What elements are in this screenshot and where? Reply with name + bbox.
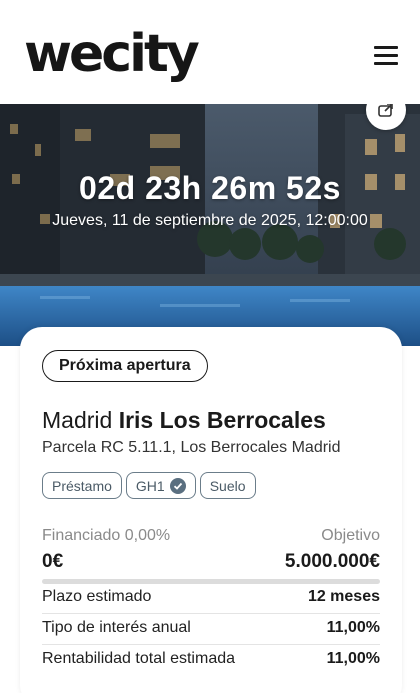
- project-name: Iris Los Berrocales: [118, 407, 326, 433]
- financed-value: 0€: [42, 551, 64, 572]
- project-subtitle: Parcela RC 5.11.1, Los Berrocales Madrid: [42, 439, 341, 456]
- stat-label: Tipo de interés anual: [42, 619, 191, 636]
- objective-label: Objetivo: [321, 527, 380, 544]
- tag-label: Préstamo: [52, 477, 112, 494]
- stat-label: Plazo estimado: [42, 588, 152, 605]
- verified-check-icon: [169, 477, 186, 494]
- project-title[interactable]: Madrid Iris Los Berrocales: [42, 407, 326, 434]
- stat-value: 12 meses: [307, 588, 380, 605]
- site-header: wecity: [0, 0, 420, 104]
- tag-label: Suelo: [209, 477, 246, 494]
- tag-gh1[interactable]: GH1: [125, 472, 196, 499]
- countdown-timer: 02d 23h 26m 52s: [79, 170, 341, 206]
- project-card: Próxima apertura Madrid Iris Los Berroca…: [20, 327, 402, 693]
- wecity-logo[interactable]: wecity: [24, 24, 200, 84]
- objective-value: 5.000.000€: [284, 551, 380, 572]
- funding-progress-bar: [42, 579, 380, 584]
- opening-datetime: Jueves, 11 de septiembre de 2025, 12:00:…: [52, 212, 368, 229]
- stat-value: 11,00%: [326, 619, 380, 636]
- stat-row-interes: Tipo de interés anual 11,00%: [42, 619, 380, 641]
- tag-label: GH1: [135, 477, 165, 494]
- divider: [42, 613, 380, 614]
- hero-image: 02d 23h 26m 52s Jueves, 11 de septiembre…: [0, 104, 420, 346]
- financed-label: Financiado 0,00%: [42, 527, 171, 544]
- divider: [42, 644, 380, 645]
- project-city: Madrid: [42, 407, 113, 433]
- tag-suelo[interactable]: Suelo: [199, 472, 256, 499]
- tag-prestamo[interactable]: Préstamo: [42, 472, 122, 499]
- status-badge: Próxima apertura: [42, 350, 208, 382]
- hamburger-menu-icon[interactable]: [372, 44, 400, 66]
- stat-row-plazo: Plazo estimado 12 meses: [42, 588, 380, 610]
- stat-row-rentabilidad: Rentabilidad total estimada 11,00%: [42, 650, 380, 672]
- stat-label: Rentabilidad total estimada: [42, 650, 236, 667]
- stat-value: 11,00%: [326, 650, 380, 667]
- project-tags: Préstamo GH1 Suelo: [42, 472, 256, 499]
